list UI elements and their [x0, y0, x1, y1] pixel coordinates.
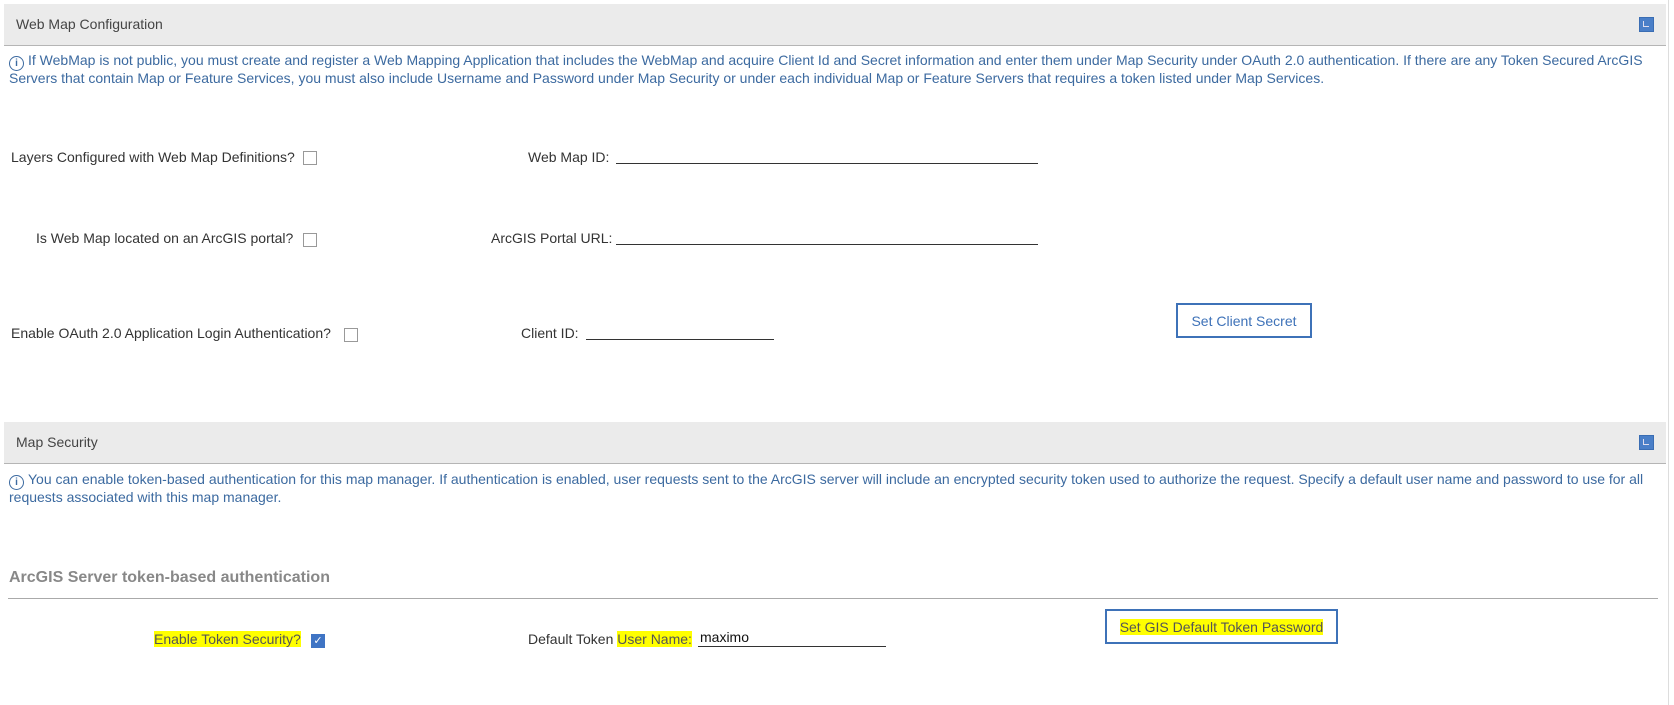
layers-configured-checkbox[interactable]	[303, 151, 317, 165]
portal-url-label: ArcGIS Portal URL:	[491, 230, 613, 246]
portal-url-input[interactable]	[616, 226, 1038, 245]
set-token-password-button[interactable]: Set GIS Default Token Password	[1105, 609, 1338, 644]
enable-token-security-checkbox[interactable]: ✓	[311, 634, 325, 648]
web-map-configuration-header[interactable]: Web Map Configuration	[4, 4, 1666, 46]
label-colon: :	[688, 631, 692, 647]
map-security-header[interactable]: Map Security	[4, 422, 1666, 464]
section-title: Map Security	[16, 434, 98, 450]
scrollbar[interactable]	[1668, 0, 1669, 705]
info-icon: i	[9, 475, 24, 490]
collapse-icon[interactable]	[1639, 435, 1654, 450]
client-id-input[interactable]	[586, 321, 774, 340]
web-map-id-input[interactable]	[616, 145, 1038, 164]
layers-configured-label: Layers Configured with Web Map Definitio…	[11, 149, 295, 165]
oauth-label: Enable OAuth 2.0 Application Login Authe…	[11, 325, 331, 341]
client-id-label: Client ID:	[521, 325, 579, 341]
token-auth-subheading: ArcGIS Server token-based authentication	[9, 569, 330, 586]
label-highlight: User Name	[617, 631, 689, 647]
portal-label: Is Web Map located on an ArcGIS portal?	[36, 230, 294, 246]
section-title: Web Map Configuration	[16, 16, 163, 32]
info-text: If WebMap is not public, you must create…	[9, 52, 1643, 86]
web-map-id-label: Web Map ID:	[528, 149, 610, 165]
button-label: Set GIS Default Token Password	[1119, 618, 1324, 635]
label-prefix: Default Token	[528, 631, 618, 647]
user-name-input[interactable]	[698, 628, 886, 647]
collapse-icon[interactable]	[1639, 17, 1654, 32]
info-text: You can enable token-based authenticatio…	[9, 471, 1644, 505]
divider	[8, 598, 1658, 599]
map-security-info: i You can enable token-based authenticati…	[9, 472, 1649, 505]
oauth-checkbox[interactable]	[344, 328, 358, 342]
web-map-info: i If WebMap is not public, you must creat…	[9, 53, 1649, 86]
portal-checkbox[interactable]	[303, 233, 317, 247]
enable-token-security-label: Enable Token Security?	[154, 631, 301, 647]
info-icon: i	[9, 56, 24, 71]
set-client-secret-button[interactable]: Set Client Secret	[1176, 303, 1312, 338]
user-name-label: Default Token User Name:	[528, 631, 692, 647]
